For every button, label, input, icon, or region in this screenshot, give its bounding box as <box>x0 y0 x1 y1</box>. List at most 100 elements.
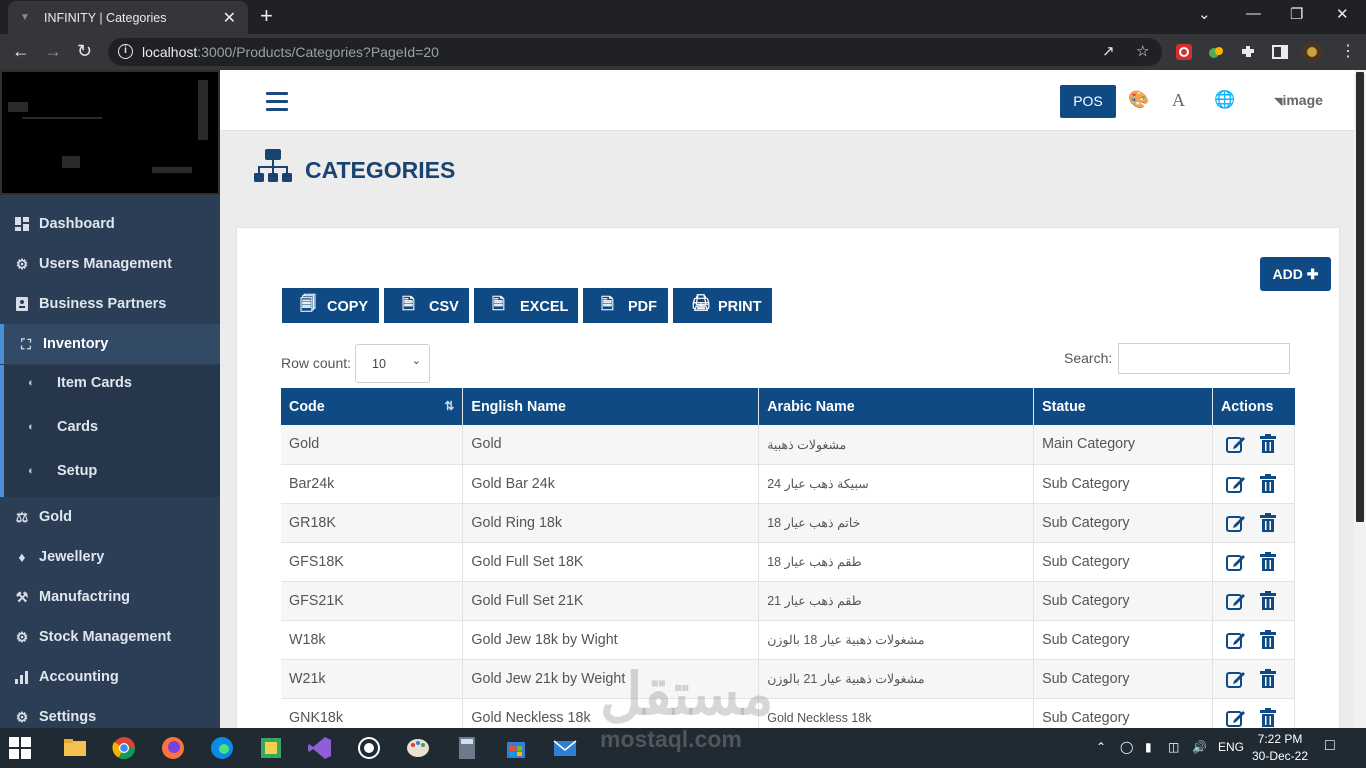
profile-avatar[interactable] <box>1302 42 1322 62</box>
visual-studio-icon[interactable] <box>305 734 335 762</box>
new-tab-button[interactable]: + <box>260 5 273 27</box>
whatsapp-icon[interactable] <box>354 734 384 762</box>
bookmark-star-icon[interactable]: ☆ <box>1136 42 1149 60</box>
url-text[interactable]: localhost:3000/Products/Categories?PageI… <box>142 44 439 60</box>
edit-icon[interactable] <box>1225 433 1247 455</box>
forward-icon[interactable]: → <box>44 41 62 62</box>
statue-cell: Sub Category <box>1033 659 1213 699</box>
delete-trash-icon[interactable] <box>1257 629 1279 651</box>
edit-icon[interactable] <box>1225 707 1247 729</box>
file-explorer-icon[interactable] <box>60 734 90 762</box>
column-header-statue[interactable]: Statue <box>1033 388 1213 425</box>
sidebar: Dashboard ⚙ Users Management Business Pa… <box>0 70 220 728</box>
paint-icon[interactable] <box>403 734 433 762</box>
pos-button[interactable]: POS <box>1060 85 1116 118</box>
tab-search-icon[interactable]: ⌄ <box>1198 5 1211 23</box>
stock-icon: ⚙ <box>15 629 29 645</box>
submenu-item-setup[interactable]: ◐ Setup <box>4 453 220 497</box>
submenu-item-cards[interactable]: ◐ Cards <box>4 409 220 453</box>
scrollbar-thumb[interactable] <box>1356 72 1364 522</box>
delete-trash-icon[interactable] <box>1257 668 1279 690</box>
back-icon[interactable]: ← <box>12 41 30 62</box>
sidebar-item-gold[interactable]: ⚖ Gold <box>0 497 220 537</box>
sidebar-item-dashboard[interactable]: Dashboard <box>0 204 220 244</box>
edit-icon[interactable] <box>1225 512 1247 534</box>
submenu-item-item-cards[interactable]: ◐ Item Cards <box>4 365 220 409</box>
restore-icon[interactable]: ❐ <box>1290 5 1303 23</box>
font-size-icon[interactable]: A <box>1172 90 1185 111</box>
calculator-icon[interactable] <box>452 734 482 762</box>
delete-trash-icon[interactable] <box>1257 473 1279 495</box>
search-input[interactable] <box>1118 343 1290 374</box>
app-icon[interactable] <box>256 734 286 762</box>
show-hidden-icons[interactable]: ⌃ <box>1096 740 1106 754</box>
print-button[interactable]: 🖨 PRINT <box>673 288 772 323</box>
extension-red-icon[interactable] <box>1175 43 1193 61</box>
browser-menu-icon[interactable]: ⋮ <box>1340 41 1356 61</box>
language-globe-icon[interactable]: 🌐 <box>1214 90 1235 110</box>
clock[interactable]: 7:22 PM 30-Dec-22 <box>1250 731 1310 765</box>
extension-green-icon[interactable] <box>1207 43 1225 61</box>
delete-trash-icon[interactable] <box>1257 590 1279 612</box>
reload-icon[interactable]: ↻ <box>77 41 92 62</box>
store-icon[interactable] <box>501 734 531 762</box>
excel-button[interactable]: 🗎 EXCEL <box>474 288 578 323</box>
inventory-icon: ⛶ <box>21 336 31 352</box>
share-icon[interactable]: ↗ <box>1102 42 1115 60</box>
sidebar-item-business-partners[interactable]: Business Partners <box>0 284 220 324</box>
column-header-arabic-name[interactable]: Arabic Name <box>758 388 1035 425</box>
site-info-icon[interactable]: i <box>118 44 133 59</box>
close-tab-icon[interactable]: ✕ <box>223 8 236 28</box>
column-header-english-name[interactable]: English Name <box>462 388 760 425</box>
side-panel-icon[interactable] <box>1271 43 1289 61</box>
volume-icon[interactable]: 🔊 <box>1192 740 1207 754</box>
sidebar-item-users-management[interactable]: ⚙ Users Management <box>0 244 220 284</box>
delete-trash-icon[interactable] <box>1257 707 1279 729</box>
csv-button[interactable]: 🗎 CSV <box>384 288 469 323</box>
copy-button[interactable]: 🗐 COPY <box>282 288 379 323</box>
meet-now-icon[interactable]: ◯ <box>1120 740 1133 754</box>
user-image[interactable]: ◥image <box>1274 92 1323 108</box>
edit-icon[interactable] <box>1225 590 1247 612</box>
sidebar-item-accounting[interactable]: Accounting <box>0 657 220 697</box>
row-count-select[interactable]: 10 ⌄ <box>355 344 430 383</box>
delete-trash-icon[interactable] <box>1257 433 1279 455</box>
page-title: CATEGORIES <box>305 157 456 183</box>
chrome-icon[interactable] <box>109 734 139 762</box>
sidebar-item-inventory[interactable]: ⛶ Inventory <box>0 324 220 364</box>
delete-trash-icon[interactable] <box>1257 551 1279 573</box>
sidebar-item-stock-management[interactable]: ⚙ Stock Management <box>0 617 220 657</box>
add-button[interactable]: ADD ✚ <box>1260 257 1331 291</box>
edit-icon[interactable] <box>1225 668 1247 690</box>
palette-icon[interactable]: 🎨 <box>1128 90 1149 110</box>
battery-icon[interactable]: ▮ <box>1145 740 1152 754</box>
minimize-icon[interactable]: — <box>1246 5 1261 22</box>
edit-icon[interactable] <box>1225 629 1247 651</box>
extensions-puzzle-icon[interactable] <box>1239 43 1257 61</box>
table-row: Gold Gold مشغولات ذهبية Main Category <box>281 425 1296 465</box>
edit-icon[interactable] <box>1225 473 1247 495</box>
close-window-icon[interactable]: ✕ <box>1336 5 1349 23</box>
sidebar-item-jewellery[interactable]: ♦ Jewellery <box>0 537 220 577</box>
table-row: W21k Gold Jew 21k by Weight مشغولات ذهبية … <box>281 659 1296 699</box>
address-bar[interactable]: i localhost:3000/Products/Categories?Pag… <box>108 38 1162 66</box>
hamburger-menu-icon[interactable] <box>266 92 288 111</box>
browser-tab[interactable]: ▼ INFINITY | Categories ✕ <box>8 1 248 34</box>
firefox-icon[interactable] <box>158 734 188 762</box>
network-icon[interactable]: ◫ <box>1168 740 1179 754</box>
sitemap-icon <box>254 149 292 182</box>
notifications-icon[interactable]: □ <box>1325 737 1335 755</box>
pdf-button[interactable]: 🗎 PDF <box>583 288 668 323</box>
top-header: POS 🎨 A 🌐 ◥image <box>220 70 1354 131</box>
edge-icon[interactable] <box>207 734 237 762</box>
page-scrollbar[interactable] <box>1354 70 1366 728</box>
column-header-code[interactable]: Code ⇅ <box>281 388 464 425</box>
delete-trash-icon[interactable] <box>1257 512 1279 534</box>
edit-icon[interactable] <box>1225 551 1247 573</box>
windows-start-icon[interactable] <box>9 737 31 759</box>
sidebar-item-manufactring[interactable]: ⚒ Manufactring <box>0 577 220 617</box>
sort-icon[interactable]: ⇅ <box>444 399 454 413</box>
language-indicator[interactable]: ENG <box>1218 740 1244 754</box>
table-row: GR18K Gold Ring 18k خاتم ذهب عيار 18 Sub Ca… <box>281 503 1296 543</box>
mail-icon[interactable] <box>550 734 580 762</box>
